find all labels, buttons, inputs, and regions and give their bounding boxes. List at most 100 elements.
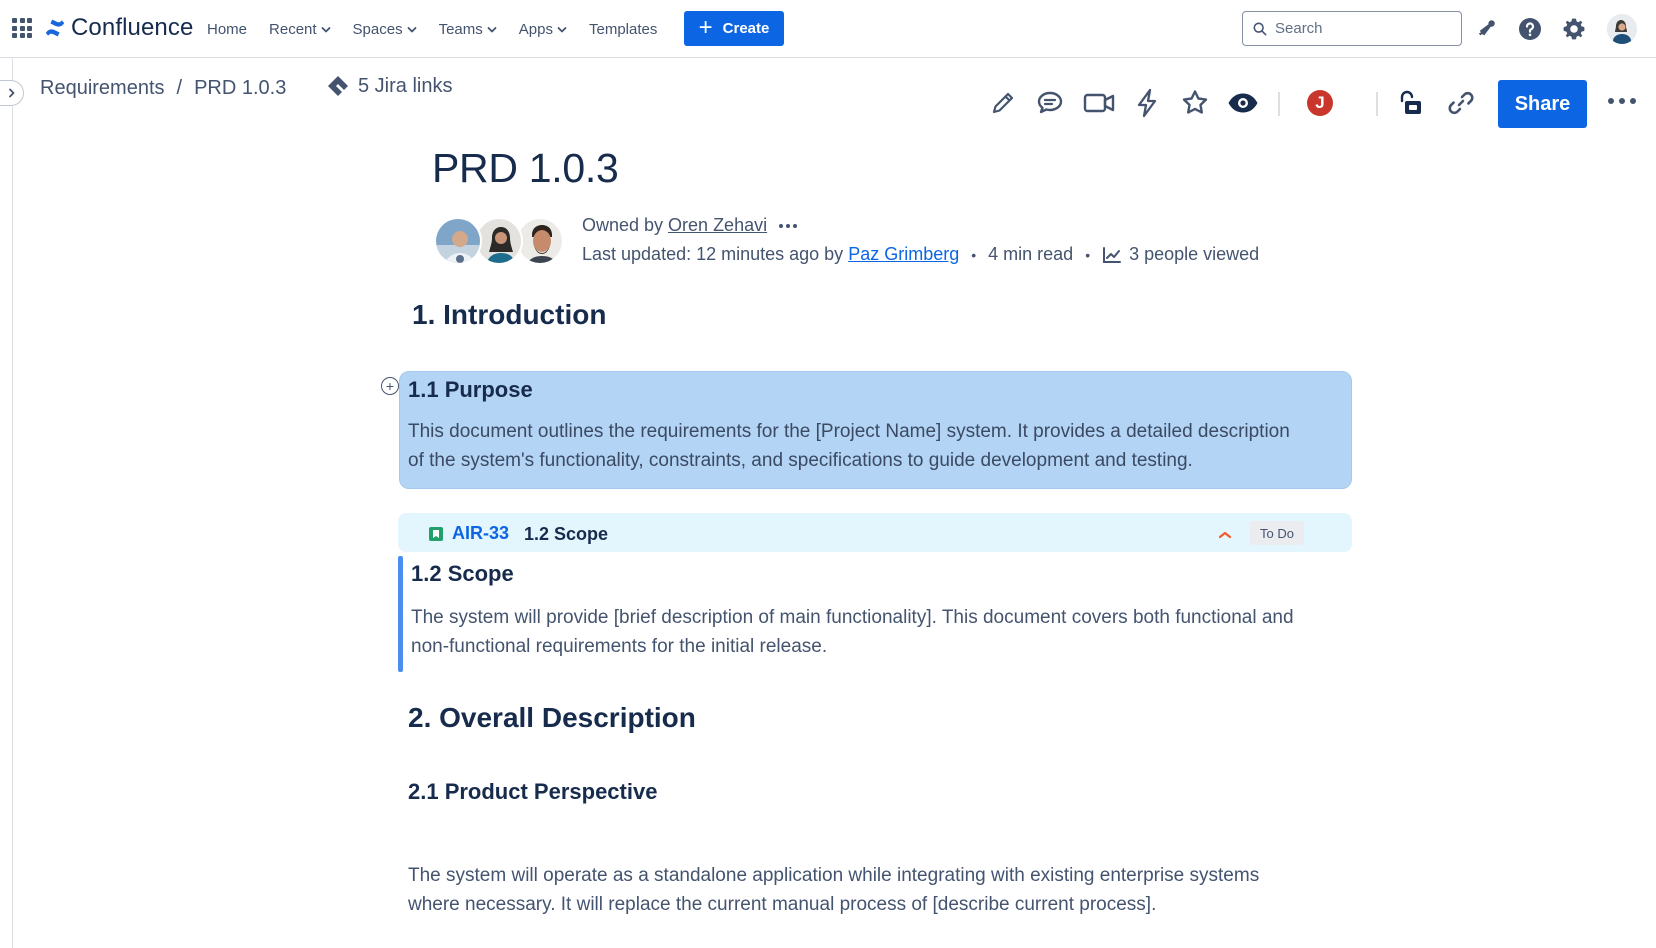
- nav-label: Apps: [518, 20, 553, 38]
- link-icon: [1448, 91, 1474, 115]
- create-label: Create: [722, 20, 770, 37]
- chevron-down-icon: [407, 21, 417, 38]
- owner-link[interactable]: Oren Zehavi: [668, 215, 767, 236]
- edit-button[interactable]: [986, 86, 1020, 120]
- person-avatar-icon: [518, 219, 562, 263]
- status-badge[interactable]: To Do: [1250, 521, 1304, 545]
- nav-teams[interactable]: Teams: [439, 21, 497, 38]
- gear-icon: [1563, 18, 1585, 40]
- app-switcher-icon[interactable]: [12, 18, 32, 38]
- presence-initial: J: [1315, 93, 1325, 112]
- more-actions-button[interactable]: [1608, 98, 1636, 104]
- chevron-down-icon: [487, 21, 497, 38]
- more-dot: [786, 223, 791, 228]
- nav-spaces[interactable]: Spaces: [353, 21, 417, 38]
- more-dot: [1630, 98, 1636, 104]
- confluence-logo[interactable]: Confluence: [44, 14, 193, 42]
- restrictions-button[interactable]: [1393, 86, 1427, 120]
- nav-apps[interactable]: Apps: [519, 21, 567, 38]
- sidebar-divider: [12, 58, 13, 948]
- jira-links-label: 5 Jira links: [358, 74, 453, 97]
- watch-button[interactable]: [1226, 86, 1260, 120]
- product-name: Confluence: [71, 14, 194, 41]
- record-video-button[interactable]: [1082, 86, 1116, 120]
- settings-button[interactable]: [1561, 16, 1587, 42]
- search-input[interactable]: [1275, 20, 1445, 37]
- heading-scope: 1.2 Scope: [411, 561, 514, 586]
- updated-by-link[interactable]: Paz Grimberg: [848, 244, 959, 265]
- person-avatar-icon: [477, 219, 521, 263]
- contributor-avatar[interactable]: [516, 217, 564, 265]
- perspective-paragraph: The system will operate as a standalone …: [408, 861, 1259, 919]
- more-dot: [793, 223, 798, 228]
- more-dot: [779, 223, 784, 228]
- help-button[interactable]: [1517, 16, 1543, 42]
- heading-product-perspective: 2.1 Product Perspective: [408, 779, 658, 804]
- add-block-icon[interactable]: +: [381, 377, 399, 395]
- perspective-line: where necessary. It will replace the cur…: [408, 894, 1157, 915]
- primary-nav: Home Recent Spaces Teams Apps Templates: [207, 0, 679, 58]
- chevron-up-icon: [1218, 531, 1232, 539]
- copy-link-button[interactable]: [1444, 86, 1478, 120]
- pencil-icon: [992, 92, 1014, 114]
- chevron-right-icon: [8, 88, 14, 98]
- page-owner: Owned by Oren Zehavi: [582, 215, 798, 236]
- jira-issue-summary: 1.2 Scope: [524, 524, 609, 544]
- bullet-separator: •: [1085, 246, 1091, 263]
- star-button[interactable]: [1178, 86, 1212, 120]
- perspective-line: The system will operate as a standalone …: [408, 865, 1260, 886]
- comment-button[interactable]: [1033, 86, 1067, 120]
- star-icon: [1182, 90, 1208, 114]
- nav-label: Recent: [269, 20, 317, 38]
- toolbar-divider: [1278, 92, 1280, 116]
- owner-more-button[interactable]: [779, 223, 798, 228]
- breadcrumb-page[interactable]: PRD 1.0.3: [194, 77, 286, 100]
- share-button[interactable]: Share: [1498, 80, 1587, 128]
- views-count: 3 people viewed: [1129, 244, 1260, 264]
- nav-label: Templates: [588, 20, 658, 38]
- contributor-avatar[interactable]: [475, 217, 523, 265]
- automation-button[interactable]: [1130, 86, 1164, 120]
- confluence-logo-icon: [45, 19, 65, 37]
- chevron-down-icon: [557, 21, 567, 38]
- nav-recent[interactable]: Recent: [269, 21, 331, 38]
- contributor-avatar[interactable]: [434, 217, 482, 265]
- lightning-icon: [1137, 88, 1157, 118]
- nav-home[interactable]: Home: [207, 21, 247, 38]
- read-time: 4 min read: [988, 244, 1074, 264]
- jira-issue-key[interactable]: AIR-33: [428, 523, 509, 544]
- scope-line: non-functional requirements for the init…: [411, 636, 828, 657]
- user-avatar[interactable]: [1607, 14, 1637, 44]
- more-dot: [1619, 98, 1625, 104]
- heading-overall-description: 2. Overall Description: [408, 702, 696, 733]
- expand-sidebar-button[interactable]: [0, 80, 24, 106]
- more-dot: [1608, 98, 1614, 104]
- eye-icon: [1228, 93, 1258, 113]
- purpose-paragraph: This document outlines the requirements …: [408, 417, 1290, 475]
- notifications-button[interactable]: [1474, 16, 1500, 42]
- breadcrumb-space[interactable]: Requirements: [40, 77, 165, 100]
- analytics-button[interactable]: 3 people viewed: [1102, 244, 1259, 265]
- contributor-avatars[interactable]: [434, 217, 566, 267]
- comment-icon: [1037, 91, 1063, 114]
- priority-high-icon: [1218, 527, 1232, 545]
- create-button[interactable]: + Create: [684, 11, 784, 46]
- jira-icon: [328, 76, 348, 96]
- scope-indicator-bar: [398, 556, 403, 672]
- updated-prefix: Last updated: 12 minutes ago by: [582, 244, 844, 264]
- owned-prefix: Owned by: [582, 215, 664, 235]
- page-byline: Last updated: 12 minutes ago by Paz Grim…: [582, 244, 1259, 265]
- presence-avatar[interactable]: J: [1303, 86, 1337, 120]
- plus-icon: +: [698, 13, 713, 41]
- nav-templates[interactable]: Templates: [589, 21, 657, 38]
- jira-links-button[interactable]: 5 Jira links: [326, 74, 452, 98]
- nav-label: Spaces: [352, 20, 403, 38]
- search-icon: [1253, 22, 1267, 35]
- chevron-down-icon: [321, 21, 331, 38]
- video-camera-icon: [1083, 93, 1115, 113]
- top-navigation: Confluence Home Recent Spaces Teams Apps Temp…: [0, 0, 1656, 58]
- person-avatar-icon: [436, 219, 480, 263]
- nav-label: Teams: [438, 20, 483, 38]
- purpose-line: of the system's functionality, constrain…: [408, 450, 1193, 471]
- search-box[interactable]: [1242, 11, 1462, 46]
